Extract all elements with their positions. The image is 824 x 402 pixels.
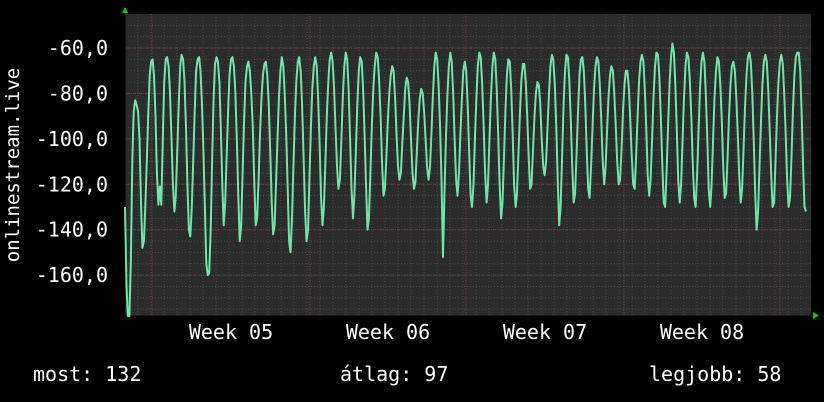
x-tick-label: Week 06	[346, 320, 430, 344]
y-axis-label: onlinestream.live	[2, 68, 24, 262]
stat-best: legjobb: 58	[649, 362, 782, 386]
y-tick-label: -100,0	[36, 127, 108, 151]
y-tick-label: -140,0	[36, 218, 108, 242]
y-tick-label: -160,0	[36, 263, 108, 287]
x-tick-label: Week 05	[189, 320, 273, 344]
y-tick-label: -120,0	[36, 172, 108, 196]
y-tick-label: -80,0	[48, 81, 108, 105]
x-axis-arrow-icon	[813, 312, 819, 319]
stat-current: most: 132	[33, 362, 142, 386]
x-tick-label: Week 07	[503, 320, 587, 344]
line-chart: -60,0 -80,0 -100,0 -120,0 -140,0 -160,0 Week …	[2, 7, 819, 344]
x-tick-labels: Week 05 Week 06 Week 07 Week 08	[189, 320, 744, 344]
y-axis-arrow-icon	[122, 7, 128, 13]
stat-average: átlag: 97	[340, 362, 449, 386]
y-tick-labels: -60,0 -80,0 -100,0 -120,0 -140,0 -160,0	[36, 36, 108, 287]
x-tick-label: Week 08	[660, 320, 744, 344]
y-tick-label: -60,0	[48, 36, 108, 60]
